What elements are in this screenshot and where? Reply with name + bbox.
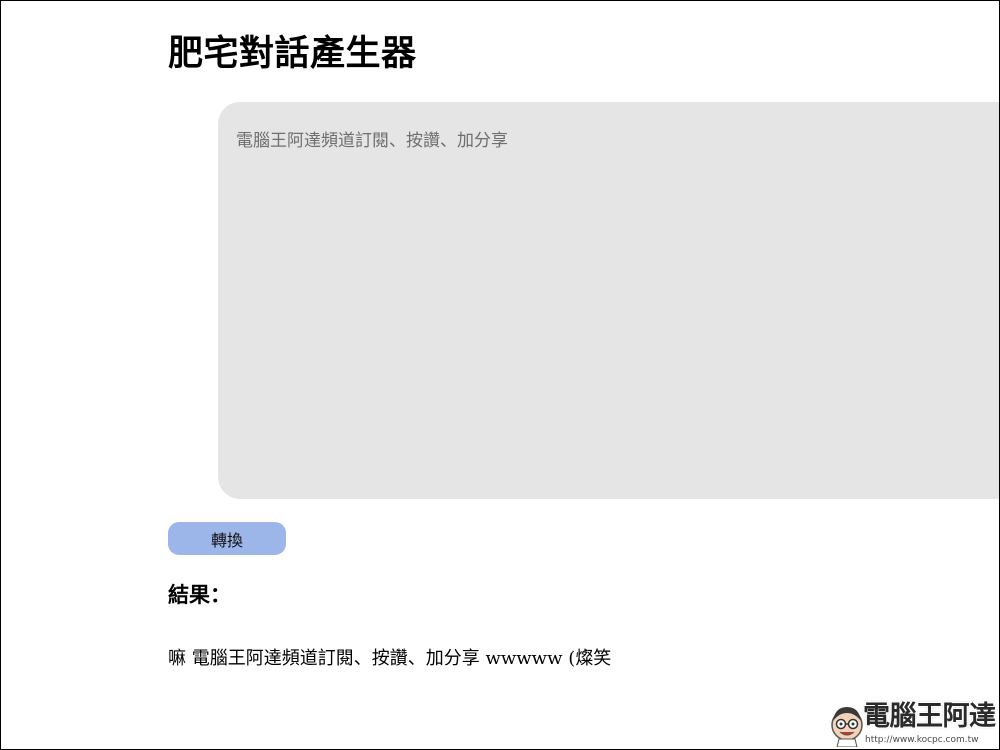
app-window: 肥宅對話產生器 轉換 結果： 嘛 電腦王阿達頻道訂閱、按讚、加分享 wwwww …: [0, 0, 1000, 750]
watermark-title: 電腦王阿達: [863, 701, 996, 732]
convert-button[interactable]: 轉換: [168, 522, 286, 555]
dialogue-input[interactable]: [218, 102, 999, 499]
page-title: 肥宅對話產生器: [168, 33, 417, 74]
watermark-url: http://www.kocpc.com.tw: [865, 735, 979, 745]
result-heading: 結果：: [168, 582, 231, 607]
result-text: 嘛 電腦王阿達頻道訂閱、按讚、加分享 wwwww (燦笑: [168, 648, 612, 669]
site-watermark: 電腦王阿達 http://www.kocpc.com.tw: [825, 699, 997, 747]
